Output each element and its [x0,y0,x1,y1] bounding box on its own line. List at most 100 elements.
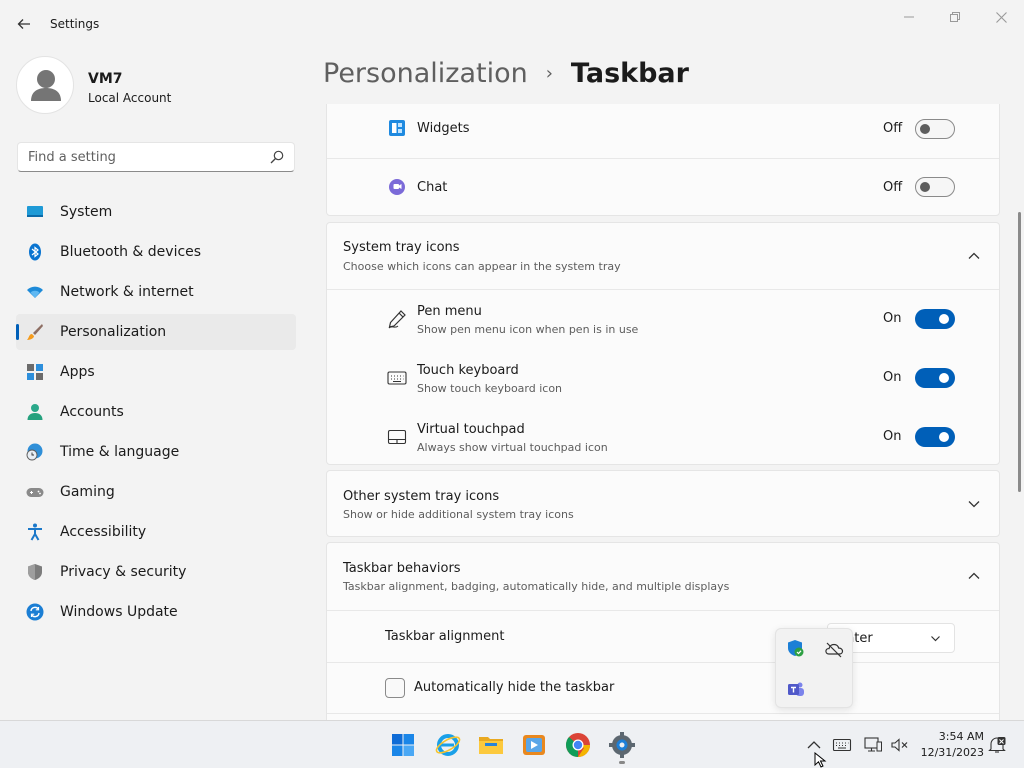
chat-icon [389,179,405,195]
virtual-touchpad-row[interactable]: Virtual touchpad Always show virtual tou… [327,408,999,466]
breadcrumb: Personalization › Taskbar [323,58,689,89]
apps-icon [27,364,43,380]
search-input[interactable] [18,143,258,171]
system-tray-icons-card: System tray icons Choose which icons can… [326,222,1000,465]
widgets-toggle-state: Off [883,121,903,136]
wifi-icon [27,286,43,298]
auto-hide-label: Automatically hide the taskbar [414,680,615,695]
clock-date[interactable]: 12/31/2023 [918,746,984,759]
touch-keyboard-row[interactable]: Touch keyboard Show touch keyboard icon … [327,349,999,408]
chevron-down-icon[interactable] [967,497,981,511]
sidebar-item-label: Windows Update [60,604,178,620]
breadcrumb-separator: › [545,63,553,84]
restore-icon [950,12,960,22]
auto-hide-row[interactable]: Automatically hide the taskbar [327,663,999,713]
scrollbar-thumb[interactable] [1018,212,1021,492]
other-system-tray-icons-card[interactable]: Other system tray icons Show or hide add… [326,470,1000,537]
sidebar-item-accounts[interactable]: Accounts [16,394,296,430]
network-icon[interactable] [863,736,883,754]
taskbar-alignment-row: Taskbar alignment nter [327,611,999,662]
account-type: Local Account [88,91,172,105]
chat-toggle[interactable] [915,177,955,197]
search-box[interactable] [17,142,295,172]
running-indicator [619,761,625,764]
widgets-icon [389,120,405,136]
back-button[interactable] [10,10,38,38]
sidebar-item-network[interactable]: Network & internet [16,274,296,310]
sidebar-item-system[interactable]: System [16,194,296,230]
chevron-up-icon[interactable] [967,569,981,583]
taskbar-behaviors-header[interactable]: Taskbar behaviors Taskbar alignment, bad… [327,543,999,610]
sidebar-item-label: Time & language [60,444,180,460]
mouse-cursor-icon [814,752,827,768]
keyboard-icon [387,371,407,385]
pen-menu-row[interactable]: Pen menu Show pen menu icon when pen is … [327,290,999,349]
avatar [16,56,74,114]
pen-menu-toggle[interactable] [915,309,955,329]
sidebar-item-label: Accounts [60,404,124,420]
divider [327,713,999,714]
sidebar-nav: System Bluetooth & devices Network & int… [16,194,296,634]
touch-keyboard-description: Show touch keyboard icon [417,382,563,395]
maximize-button[interactable] [932,6,978,28]
sidebar-item-personalization[interactable]: Personalization [16,314,296,350]
system-tray-icons-title: System tray icons [343,240,460,255]
breadcrumb-parent[interactable]: Personalization [323,58,528,89]
page-title: Taskbar [570,58,689,89]
teams-icon[interactable] [786,679,806,699]
onedrive-offline-icon[interactable] [824,639,844,659]
update-icon [26,603,44,621]
windows-security-icon[interactable] [786,639,806,659]
chevron-up-icon[interactable] [967,249,981,263]
app-title: Settings [50,17,100,31]
sidebar-item-bluetooth[interactable]: Bluetooth & devices [16,234,296,270]
chat-toggle-state: Off [883,180,903,195]
pen-menu-description: Show pen menu icon when pen is in use [417,323,639,336]
chevron-down-icon [931,636,940,642]
user-profile[interactable]: VM7 Local Account [16,56,296,118]
user-silhouette-icon [31,70,61,101]
widgets-toggle[interactable] [915,119,955,139]
chrome-icon[interactable] [564,731,592,759]
system-tray-icons-header[interactable]: System tray icons Choose which icons can… [327,223,999,289]
media-player-icon[interactable] [520,731,548,759]
minimize-button[interactable] [886,6,932,28]
sidebar-item-apps[interactable]: Apps [16,354,296,390]
virtual-touchpad-toggle-state: On [883,429,902,444]
accounts-icon [27,404,43,420]
sidebar-item-privacy[interactable]: Privacy & security [16,554,296,590]
settings-content: Widgets Off Chat Off System tray icons C… [326,104,1000,720]
sidebar-item-gaming[interactable]: Gaming [16,474,296,510]
notifications-icon[interactable] [987,736,1007,754]
touch-keyboard-title: Touch keyboard [417,363,519,378]
sidebar-item-accessibility[interactable]: Accessibility [16,514,296,550]
sidebar-item-windows-update[interactable]: Windows Update [16,594,296,630]
system-icon [27,206,43,217]
back-arrow-icon [17,19,30,29]
chat-row[interactable]: Chat Off [327,159,999,217]
touch-keyboard-toggle[interactable] [915,368,955,388]
taskbar-behaviors-title: Taskbar behaviors [343,561,461,576]
widgets-row[interactable]: Widgets Off [327,104,999,157]
file-explorer-icon[interactable] [477,731,505,759]
auto-hide-checkbox[interactable] [385,678,405,698]
keyboard-icon[interactable] [832,736,852,754]
close-button[interactable] [978,6,1024,28]
brush-icon [27,324,43,340]
clock-time[interactable]: 3:54 AM [930,730,984,743]
virtual-touchpad-toggle[interactable] [915,427,955,447]
settings-gear-icon[interactable] [608,731,636,759]
sidebar-item-label: Personalization [60,324,167,340]
volume-muted-icon[interactable] [890,736,910,754]
accessibility-icon [28,523,42,541]
sidebar-item-label: Gaming [60,484,115,500]
start-icon[interactable] [389,731,417,759]
taskbar-items-card: Widgets Off Chat Off [326,104,1000,216]
search-icon[interactable] [270,150,284,164]
sidebar-item-time-language[interactable]: Time & language [16,434,296,470]
user-name: VM7 [88,71,123,87]
shield-icon [28,564,42,580]
minimize-icon [904,16,914,18]
internet-explorer-icon[interactable] [434,731,462,759]
chat-label: Chat [417,180,448,195]
